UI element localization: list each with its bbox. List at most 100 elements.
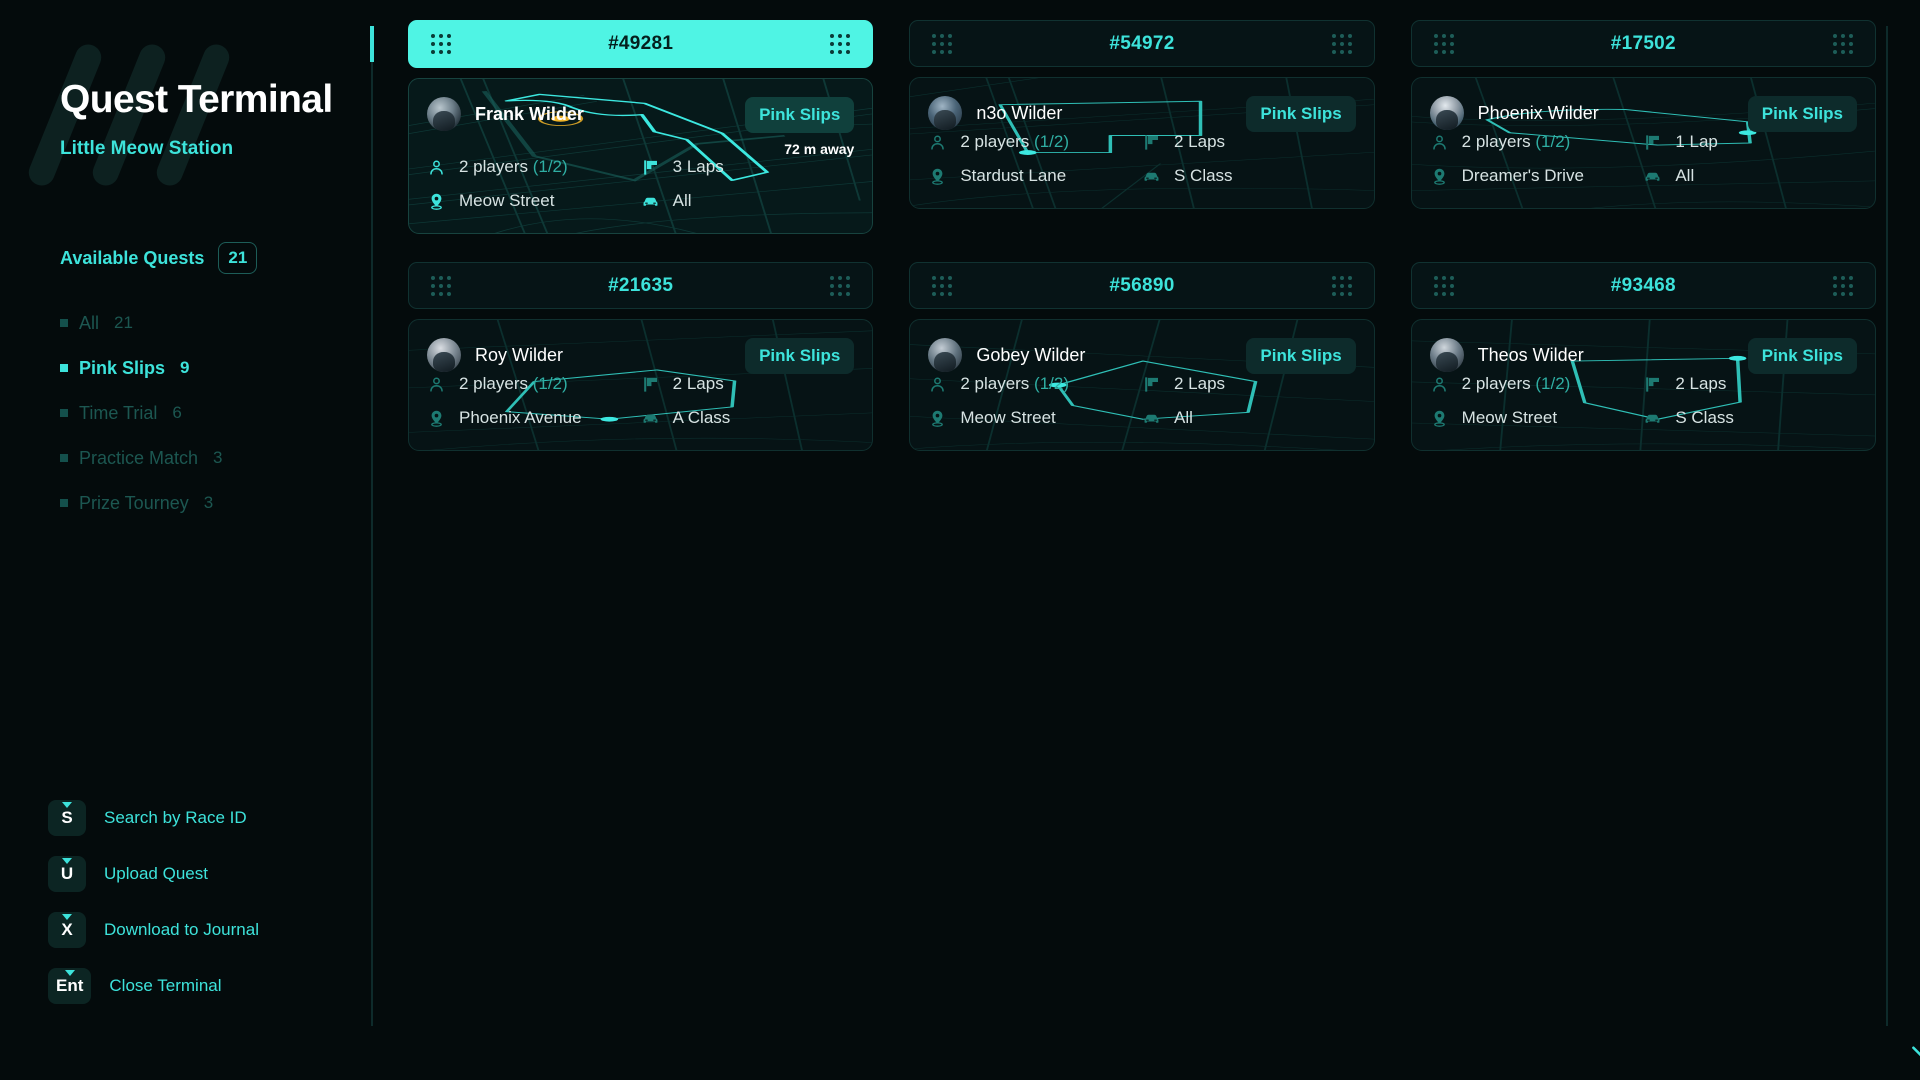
stat-car-class: S Class xyxy=(1643,408,1857,428)
stat-players: 2 players (1/2) xyxy=(1430,132,1644,152)
quest-stats: 2 players (1/2) 2 Laps Phoenix Avenue A … xyxy=(409,374,872,450)
shortcut-close-terminal[interactable]: Ent Close Terminal xyxy=(48,968,259,1004)
slash-decoration-icon xyxy=(24,40,290,220)
quest-card-top: Roy Wilder Pink Slips xyxy=(409,320,872,374)
quest-card[interactable]: #93468 Theos Wilder Pink Slips 2 players… xyxy=(1410,262,1876,451)
car-class-label: A Class xyxy=(672,408,731,427)
quest-type-badge[interactable]: Pink Slips xyxy=(1747,338,1857,374)
filter-item-pink-slips[interactable]: Pink Slips 9 xyxy=(60,353,372,383)
quest-card[interactable]: #54972 n3o Wilder Pink Slips 2 players (… xyxy=(909,20,1375,234)
quest-card[interactable]: #17502 Phoenix Wilder Pink Slips 2 playe… xyxy=(1410,20,1876,234)
quest-card-top: Theos Wilder Pink Slips xyxy=(1412,320,1875,374)
quest-card[interactable]: #56890 Gobey Wilder Pink Slips 2 players… xyxy=(909,262,1375,451)
drag-handle-left-icon[interactable] xyxy=(932,33,953,54)
stat-car-class: A Class xyxy=(641,408,855,428)
main-scroll-track[interactable] xyxy=(1886,26,1888,1026)
drag-handle-right-icon[interactable] xyxy=(1833,33,1853,54)
quest-card-header[interactable]: #21635 xyxy=(408,262,874,309)
car-class-label: All xyxy=(1675,166,1695,185)
host-info: Phoenix Wilder xyxy=(1429,96,1599,130)
shortcut-label: Close Terminal xyxy=(109,976,222,995)
quest-card[interactable]: #21635 Roy Wilder Pink Slips 2 players (… xyxy=(408,262,874,451)
flag-icon xyxy=(641,375,660,394)
players-count: 2 players xyxy=(960,132,1030,151)
person-icon xyxy=(427,375,446,394)
drag-handle-left-icon[interactable] xyxy=(932,275,953,296)
filter-label: Practice Match xyxy=(79,447,199,468)
players-slots: (1/2) xyxy=(532,374,568,393)
flag-icon xyxy=(1643,375,1662,394)
host-info: Theos Wilder xyxy=(1429,338,1584,372)
filter-item-practice-match[interactable]: Practice Match 3 xyxy=(60,443,372,473)
filter-count: 6 xyxy=(172,403,182,422)
stat-car-class: All xyxy=(641,191,855,211)
drag-handle-right-icon[interactable] xyxy=(1331,33,1352,54)
drag-handle-right-icon[interactable] xyxy=(830,275,851,296)
stat-laps: 2 Laps xyxy=(1643,374,1857,394)
location-pin-icon xyxy=(928,409,947,428)
host-info: Roy Wilder xyxy=(427,338,563,372)
shortcut-label: Search by Race ID xyxy=(104,808,247,827)
filter-count: 3 xyxy=(203,493,214,512)
player-name: Frank Wilder xyxy=(475,103,584,124)
avatar xyxy=(1429,96,1464,130)
drag-handle-left-icon[interactable] xyxy=(431,34,451,54)
stat-laps: 1 Lap xyxy=(1643,132,1857,152)
street-label: Meow Street xyxy=(1461,408,1558,427)
drag-handle-left-icon[interactable] xyxy=(431,275,451,296)
quest-card-top: n3o Wilder Pink Slips xyxy=(910,78,1373,132)
shortcut-upload-quest[interactable]: U Upload Quest xyxy=(48,856,259,892)
avatar xyxy=(928,96,963,130)
drag-handle-left-icon[interactable] xyxy=(1433,33,1454,54)
players-slots: (1/2) xyxy=(1535,374,1571,393)
filter-label: All xyxy=(79,312,100,333)
drag-handle-right-icon[interactable] xyxy=(1331,275,1352,296)
drag-handle-right-icon[interactable] xyxy=(1833,275,1853,296)
avatar xyxy=(427,97,461,131)
quest-type-badge[interactable]: Pink Slips xyxy=(745,97,855,133)
race-id: #54972 xyxy=(1109,32,1175,54)
race-id: #21635 xyxy=(608,274,674,296)
quest-type-badge[interactable]: Pink Slips xyxy=(1747,96,1857,132)
filter-item-prize-tourney[interactable]: Prize Tourney 3 xyxy=(60,488,372,518)
drag-handle-left-icon[interactable] xyxy=(1433,275,1454,296)
location-pin-icon xyxy=(1430,167,1449,186)
shortcut-download-to-journal[interactable]: X Download to Journal xyxy=(48,912,259,948)
quest-card-header[interactable]: #93468 xyxy=(1410,262,1876,309)
quest-type-badge[interactable]: Pink Slips xyxy=(745,338,855,374)
quest-type-badge[interactable]: Pink Slips xyxy=(1246,96,1356,132)
quest-card[interactable]: #49281 Frank Wilder Pink Slips 72 m away… xyxy=(408,20,874,234)
quest-meta: Pink Slips xyxy=(1246,96,1356,132)
quest-card-header[interactable]: #17502 xyxy=(1410,20,1876,67)
filter-item-all[interactable]: All 21 xyxy=(60,308,372,338)
quest-card-header[interactable]: #49281 xyxy=(408,20,874,68)
quest-card-header[interactable]: #56890 xyxy=(909,262,1375,309)
quest-type-badge[interactable]: Pink Slips xyxy=(1246,338,1356,374)
quest-card-body: Gobey Wilder Pink Slips 2 players (1/2) xyxy=(909,319,1375,451)
location-pin-icon xyxy=(427,192,446,211)
distance-label: 72 m away xyxy=(784,141,855,157)
stat-laps: 2 Laps xyxy=(1142,374,1356,394)
drag-handle-right-icon[interactable] xyxy=(830,34,851,54)
players-count: 2 players xyxy=(459,157,528,176)
players-slots: (1/2) xyxy=(532,157,568,176)
car-class-label: S Class xyxy=(1675,408,1734,427)
laps-label: 3 Laps xyxy=(672,157,724,176)
quest-card-header[interactable]: #54972 xyxy=(909,20,1375,67)
player-name: Gobey Wilder xyxy=(976,344,1086,365)
quest-stats: 2 players (1/2) 3 Laps Meow Street All xyxy=(409,157,872,233)
player-name: n3o Wilder xyxy=(976,102,1063,123)
filter-item-time-trial[interactable]: Time Trial 6 xyxy=(60,398,372,428)
avatar xyxy=(427,338,461,372)
quest-stats: 2 players (1/2) 2 Laps Meow Street xyxy=(1412,374,1875,450)
flag-icon xyxy=(1142,133,1161,152)
quest-meta: Pink Slips xyxy=(1747,96,1857,132)
quest-card-top: Phoenix Wilder Pink Slips xyxy=(1412,78,1875,132)
flag-icon xyxy=(641,158,660,177)
street-label: Meow Street xyxy=(960,408,1056,427)
players-slots: (1/2) xyxy=(1034,374,1070,393)
quest-stats: 2 players (1/2) 1 Lap Dreamer's Drive Al… xyxy=(1412,132,1875,208)
shortcut-label: Download to Journal xyxy=(104,920,259,939)
car-class-label: All xyxy=(672,191,692,210)
shortcut-search-by-race-id[interactable]: S Search by Race ID xyxy=(48,800,259,836)
